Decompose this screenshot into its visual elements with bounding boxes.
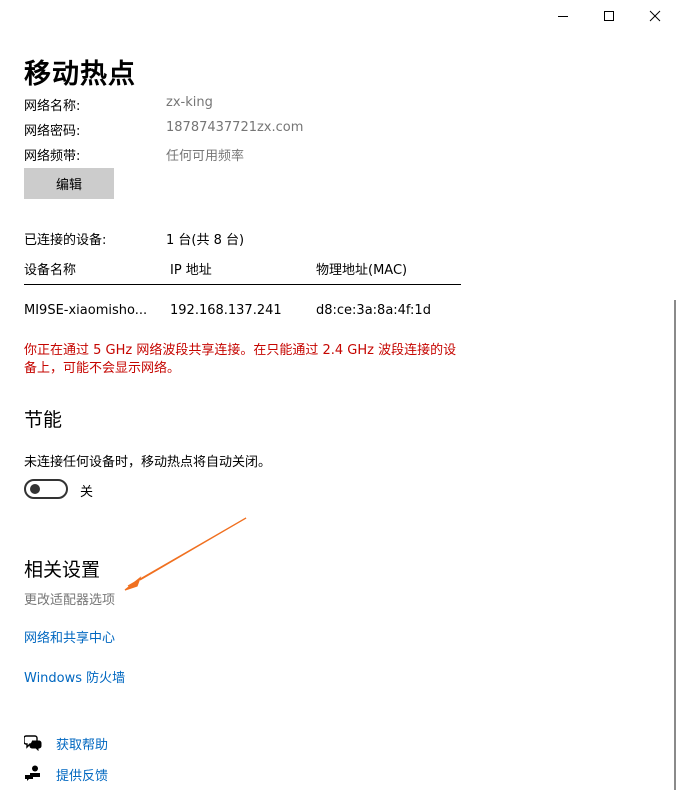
table-header-divider bbox=[24, 284, 461, 285]
arrow-line bbox=[139, 517, 247, 581]
network-name-value: zx-king bbox=[166, 95, 213, 110]
get-help-icon bbox=[24, 735, 42, 751]
network-password-label: 网络密码: bbox=[24, 124, 81, 139]
connected-devices-label: 已连接的设备: bbox=[24, 233, 107, 248]
related-settings-heading: 相关设置 bbox=[24, 559, 101, 581]
windows-firewall-link[interactable]: Windows 防火墙 bbox=[24, 667, 125, 686]
feedback-link[interactable]: 提供反馈 bbox=[56, 765, 108, 784]
close-icon bbox=[649, 10, 661, 22]
network-band-label: 网络频带: bbox=[24, 149, 81, 164]
close-button[interactable] bbox=[632, 0, 678, 32]
network-name-label: 网络名称: bbox=[24, 99, 81, 114]
minimize-icon bbox=[558, 16, 568, 17]
connected-devices-count: 1 台(共 8 台) bbox=[166, 233, 245, 248]
page-title: 移动热点 bbox=[24, 59, 136, 90]
mobile-hotspot-window: 移动热点 网络名称: zx-king 网络密码: 18787437721zx.c… bbox=[0, 0, 678, 806]
column-header-mac: 物理地址(MAC) bbox=[316, 263, 408, 278]
minimize-button[interactable] bbox=[540, 0, 586, 32]
network-band-value: 任何可用频率 bbox=[166, 149, 245, 164]
device-ip-cell: 192.168.137.241 bbox=[170, 303, 282, 318]
band-warning-text: 你正在通过 5 GHz 网络波段共享连接。在只能通过 2.4 GHz 波段连接的… bbox=[24, 343, 457, 376]
maximize-button[interactable] bbox=[586, 0, 632, 32]
change-adapter-options-link[interactable]: 更改适配器选项 bbox=[24, 589, 115, 608]
edit-button[interactable]: 编辑 bbox=[24, 168, 114, 199]
column-header-device-name: 设备名称 bbox=[24, 263, 77, 278]
power-saving-heading: 节能 bbox=[24, 409, 63, 431]
network-password-value: 18787437721zx.com bbox=[166, 120, 304, 135]
maximize-icon bbox=[604, 11, 614, 21]
get-help-link[interactable]: 获取帮助 bbox=[56, 734, 108, 753]
arrow-line-inner bbox=[127, 517, 247, 587]
network-sharing-center-link[interactable]: 网络和共享中心 bbox=[24, 627, 115, 646]
power-saving-description: 未连接任何设备时，移动热点将自动关闭。 bbox=[24, 455, 272, 470]
device-name-cell: MI9SE-xiaomisho... bbox=[24, 303, 148, 318]
column-header-ip: IP 地址 bbox=[170, 263, 212, 278]
power-saving-toggle[interactable] bbox=[24, 479, 68, 499]
toggle-state-label: 关 bbox=[80, 485, 94, 500]
arrow-head bbox=[124, 576, 142, 591]
toggle-knob bbox=[30, 484, 40, 494]
device-mac-cell: d8:ce:3a:8a:4f:1d bbox=[316, 303, 431, 318]
feedback-icon bbox=[25, 765, 40, 781]
scrollbar[interactable] bbox=[674, 300, 676, 790]
